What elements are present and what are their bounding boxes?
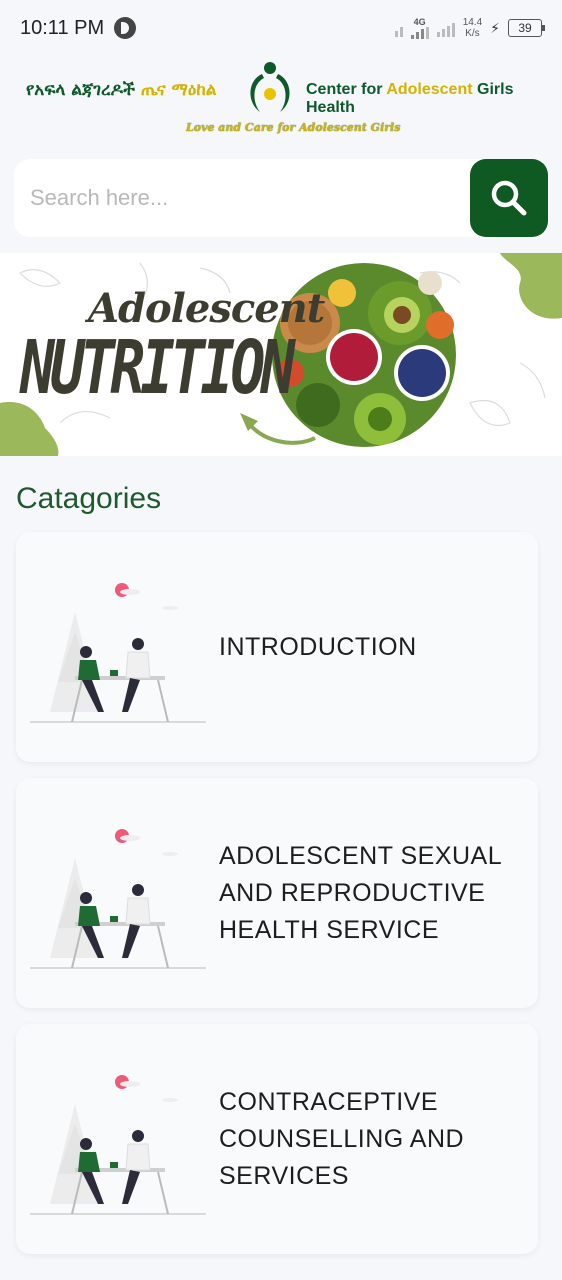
english-name-part2: Adolescent [386,81,477,98]
organization-name-english: Center for Adolescent Girls Health [306,81,562,117]
signal-icon-sim3 [436,19,455,37]
net-speed-value: 14.4 [462,17,483,28]
meeting-illustration-icon [30,583,206,723]
organization-name-amharic: የአፍላ ልጃገረዶች ጤና ማዕከል [26,80,217,100]
category-card-asrh-service[interactable]: ADOLESCENT SEXUAL AND REPRODUCTIVE HEALT… [16,778,538,1008]
category-card-contraceptive-counselling[interactable]: CONTRACEPTIVE COUNSELLING AND SERVICES [16,1024,538,1254]
search-bar [14,159,548,237]
amharic-name-part3: ማዕከል [171,80,217,100]
battery-icon: 39 [508,19,545,37]
app-notification-icon [114,17,137,39]
search-icon [491,180,527,216]
organization-logo-icon [250,62,290,112]
search-button[interactable] [470,159,548,237]
battery-level: 39 [518,21,532,35]
organization-tagline: Love and Care for Adolescent Girls [186,121,401,134]
status-time: 10:11 PM [20,16,105,39]
search-input[interactable] [14,159,484,237]
network-type: 4G [413,16,426,27]
category-label: INTRODUCTION [219,633,417,661]
meeting-illustration-icon [30,829,206,969]
amharic-name-part1: የአፍላ ልጃገረዶች [26,80,141,100]
status-bar: 10:11 PM 4G 14.4 K/s ⚡ 39 [0,0,562,56]
nutrition-banner[interactable]: Adolescent NUTRITION [0,253,562,456]
status-left: 10:11 PM [20,16,137,40]
english-name-part1: Center for [306,81,387,98]
signal-icon-sim2 [410,26,429,39]
net-speed-unit: K/s [465,28,480,39]
category-card-introduction[interactable]: INTRODUCTION [16,532,538,762]
banner-title-big: NUTRITION [20,325,295,411]
category-label: ADOLESCENT SEXUAL AND REPRODUCTIVE HEALT… [219,842,502,944]
category-label: CONTRACEPTIVE COUNSELLING AND SERVICES [219,1088,465,1190]
categories-title: Catagories [16,482,162,515]
status-right: 4G 14.4 K/s ⚡ 39 [394,16,545,39]
amharic-name-part2: ጤና [140,80,172,100]
charging-icon: ⚡ [490,19,500,36]
signal-icon-sim1 [394,19,403,37]
meeting-illustration-icon [30,1075,206,1215]
net-speed: 14.4 K/s [463,17,482,39]
